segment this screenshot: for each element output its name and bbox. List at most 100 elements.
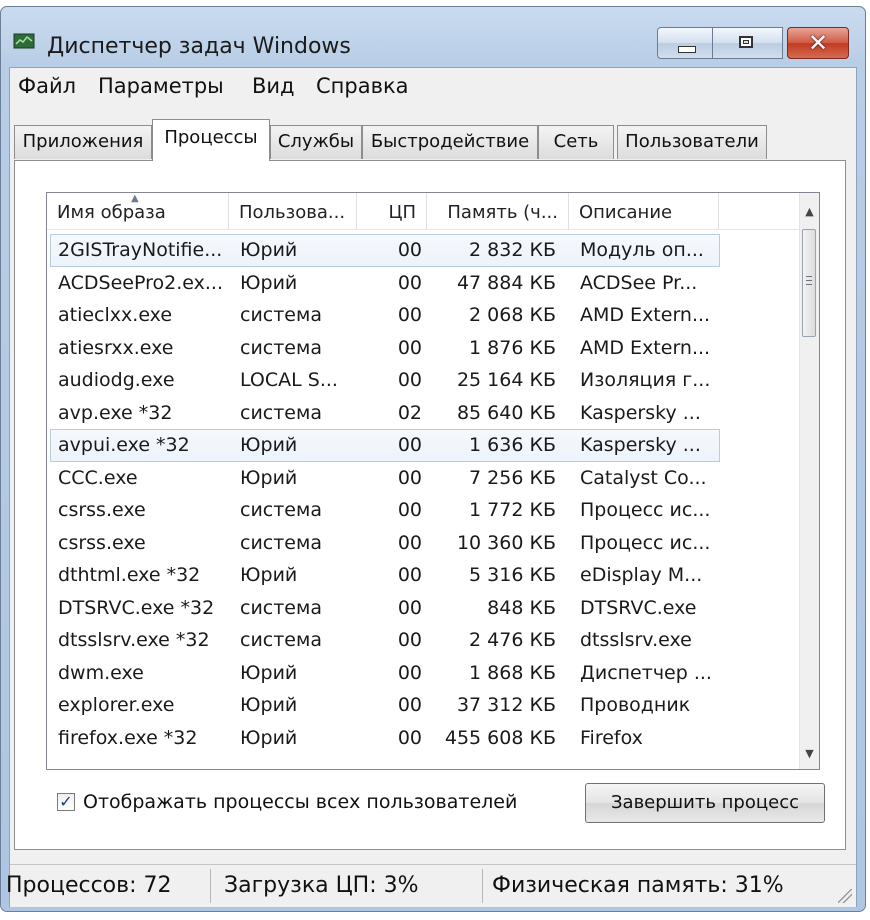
process-row[interactable]: explorer.exe Юрий 00 37 312 КБ Проводник (50, 689, 720, 722)
process-cpu: 00 (397, 434, 422, 456)
process-row[interactable]: 2GISTrayNotifie... Юрий 00 2 832 КБ Модуль о… (50, 234, 720, 267)
show-all-users-checkbox[interactable]: ✓ (57, 793, 75, 811)
process-description: Процесс ис... (580, 531, 711, 554)
process-cpu: 00 (397, 694, 422, 716)
process-memory: 848 КБ (487, 596, 556, 619)
column-header-description[interactable]: Описание (569, 193, 719, 229)
column-header-user[interactable]: Пользова... (229, 193, 357, 229)
process-memory: 2 476 КБ (469, 629, 556, 651)
status-cpu-usage: Загрузка ЦП: 3% (224, 873, 419, 898)
column-header-memory[interactable]: Память (ч... (427, 193, 569, 229)
show-all-users-label[interactable]: Отображать процессы всех пользователей (83, 791, 517, 813)
process-row[interactable]: audiodg.exe LOCAL S... 00 25 164 КБ Изоляция… (50, 364, 720, 397)
process-description: Kaspersky ... (580, 434, 701, 456)
process-name: CCC.exe (58, 466, 138, 489)
process-memory: 37 312 КБ (456, 694, 556, 716)
tab-services[interactable]: Службы (270, 125, 362, 159)
process-memory: 1 868 КБ (469, 661, 556, 684)
menu-file[interactable]: Файл (10, 74, 84, 98)
process-cpu: 02 (397, 401, 422, 424)
task-manager-window: Диспетчер задач Windows ✕ Файл Параметры… (0, 6, 866, 912)
process-description: Firefox (580, 726, 643, 749)
status-divider (482, 869, 483, 903)
maximize-icon (739, 36, 753, 48)
process-name: firefox.exe *32 (58, 726, 198, 749)
title-bar[interactable]: Диспетчер задач Windows ✕ (1, 7, 865, 67)
process-cpu: 00 (397, 336, 422, 359)
scroll-up-arrow-icon[interactable]: ▲ (800, 201, 819, 223)
process-description: Catalyst Co... (580, 466, 707, 489)
process-row[interactable]: firefox.exe *32 Юрий 00 455 608 КБ Firefox (50, 722, 720, 755)
scrollbar-thumb[interactable] (802, 229, 816, 337)
process-description: Модуль оп... (580, 239, 704, 261)
column-header-image-name[interactable]: ▲ Имя образа (47, 193, 229, 229)
process-name: dthtml.exe *32 (58, 564, 201, 586)
process-row[interactable]: avp.exe *32 система 02 85 640 КБ Kaspersky .… (50, 397, 720, 430)
process-memory: 5 316 КБ (469, 564, 556, 586)
process-description: Изоляция г... (580, 369, 711, 391)
process-row[interactable]: dthtml.exe *32 Юрий 00 5 316 КБ eDisplay M..… (50, 559, 720, 592)
menu-view[interactable]: Вид (244, 74, 303, 98)
tab-networking[interactable]: Сеть (538, 125, 614, 159)
process-row[interactable]: avpui.exe *32 Юрий 00 1 636 КБ Kaspersky ... (50, 429, 720, 462)
status-bar: Процессов: 72 Загрузка ЦП: 3% Физическая… (6, 864, 856, 907)
resize-grip-icon[interactable] (838, 889, 852, 903)
process-row[interactable]: atieclxx.exe система 00 2 068 КБ AMD Extern.… (50, 299, 720, 332)
close-icon: ✕ (807, 29, 829, 57)
process-list[interactable]: ▲ Имя образа Пользова... ЦП Память (ч...… (46, 192, 820, 770)
process-user: Юрий (240, 661, 298, 684)
process-cpu: 00 (397, 531, 422, 554)
column-header-cpu[interactable]: ЦП (357, 193, 427, 229)
process-memory: 1 876 КБ (469, 336, 556, 359)
process-name: DTSRVC.exe *32 (58, 596, 215, 619)
process-user: Юрий (240, 564, 298, 586)
vertical-scrollbar[interactable]: ▲ ▼ (799, 193, 819, 769)
menu-help[interactable]: Справка (308, 74, 417, 98)
process-memory: 47 884 КБ (456, 271, 556, 294)
sort-ascending-icon: ▲ (131, 193, 139, 204)
process-description: Диспетчер ... (580, 661, 712, 684)
process-row[interactable]: csrss.exe система 00 1 772 КБ Процесс ис... (50, 494, 720, 527)
tab-processes[interactable]: Процессы (152, 119, 270, 161)
minimize-icon (678, 46, 696, 53)
process-row[interactable]: atiesrxx.exe система 00 1 876 КБ AMD Extern.… (50, 332, 720, 365)
maximize-button[interactable] (713, 27, 783, 59)
process-row[interactable]: ACDSeePro2.ex... Юрий 00 47 884 КБ ACDSee Pr… (50, 267, 720, 300)
process-description: dtsslsrv.exe (580, 629, 692, 651)
process-user: Юрий (240, 271, 298, 294)
scroll-down-arrow-icon[interactable]: ▼ (800, 743, 819, 765)
process-cpu: 00 (397, 369, 422, 391)
process-row[interactable]: DTSRVC.exe *32 система 00 848 КБ DTSRVC.exe (50, 592, 720, 625)
tab-applications[interactable]: Приложения (14, 125, 152, 159)
process-memory: 1 772 КБ (469, 499, 556, 521)
process-memory: 2 832 КБ (469, 239, 556, 261)
window-title: Диспетчер задач Windows (47, 34, 351, 59)
process-memory: 85 640 КБ (456, 401, 556, 424)
process-row[interactable]: dwm.exe Юрий 00 1 868 КБ Диспетчер ... (50, 657, 720, 690)
minimize-button[interactable] (657, 27, 713, 59)
process-name: dwm.exe (58, 661, 144, 684)
process-description: Проводник (580, 694, 691, 716)
tab-strip: Приложения Процессы Службы Быстродействи… (14, 119, 860, 161)
tab-performance[interactable]: Быстродействие (362, 125, 538, 159)
process-user: LOCAL S... (240, 369, 338, 391)
process-name: ACDSeePro2.ex... (58, 271, 223, 294)
process-row[interactable]: CCC.exe Юрий 00 7 256 КБ Catalyst Co... (50, 462, 720, 495)
end-process-button[interactable]: Завершить процесс (585, 783, 825, 823)
process-cpu: 00 (397, 629, 422, 651)
process-memory: 7 256 КБ (469, 466, 556, 489)
process-name: audiodg.exe (58, 369, 175, 391)
process-user: Юрий (240, 466, 298, 489)
process-name: csrss.exe (58, 531, 146, 554)
process-name: avpui.exe *32 (58, 434, 190, 456)
process-name: 2GISTrayNotifie... (58, 239, 223, 261)
task-manager-app-icon (13, 33, 35, 49)
close-button[interactable]: ✕ (787, 27, 849, 59)
process-name: csrss.exe (58, 499, 146, 521)
tab-users[interactable]: Пользователи (617, 125, 767, 159)
menu-options[interactable]: Параметры (90, 74, 232, 98)
process-row[interactable]: dtsslsrv.exe *32 система 00 2 476 КБ dtsslsr… (50, 624, 720, 657)
process-row[interactable]: csrss.exe система 00 10 360 КБ Процесс ис... (50, 527, 720, 560)
status-divider (210, 869, 211, 903)
process-cpu: 00 (397, 304, 422, 326)
